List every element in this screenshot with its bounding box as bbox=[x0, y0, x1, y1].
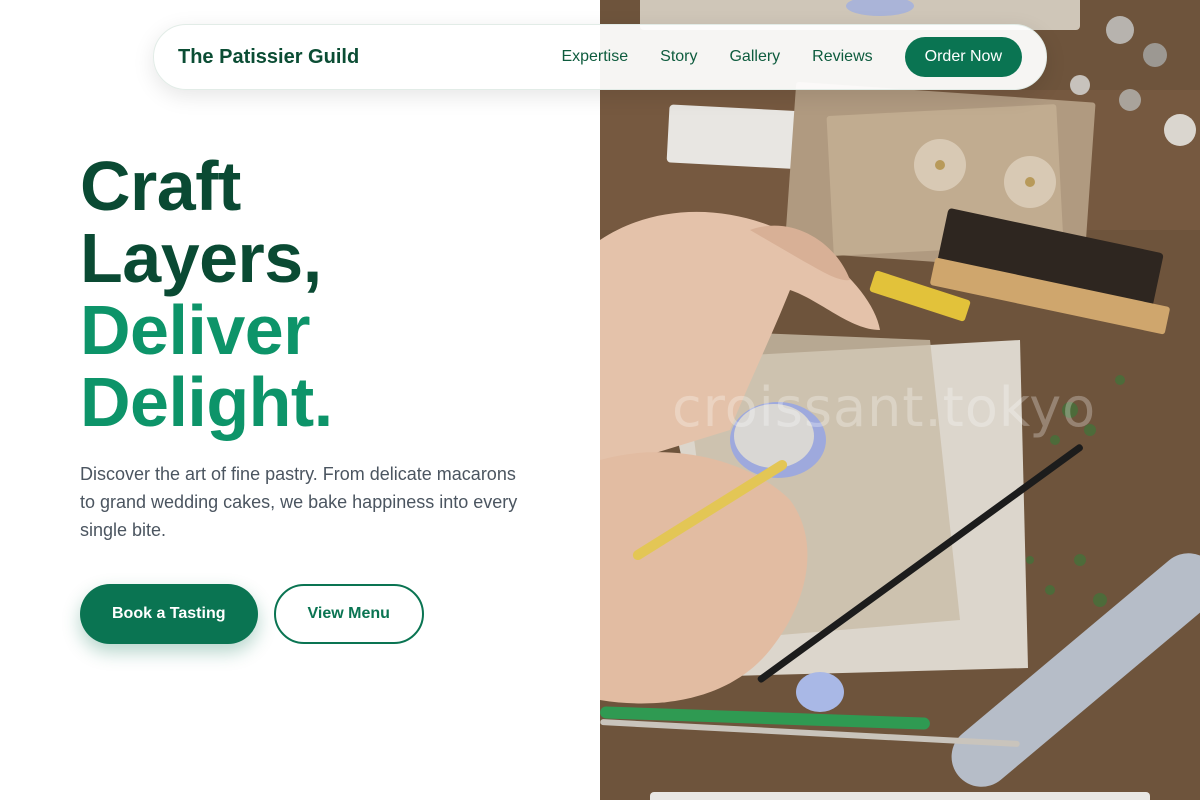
headline-line-1: Craft bbox=[80, 147, 241, 225]
page: croissant.tokyo The Patissier Guild Expe… bbox=[0, 0, 1200, 800]
photo-watermark: croissant.tokyo bbox=[672, 376, 1097, 439]
nav-link-reviews[interactable]: Reviews bbox=[812, 48, 872, 66]
top-navbar: The Patissier Guild Expertise Story Gall… bbox=[153, 24, 1047, 90]
headline-line-3: Deliver bbox=[80, 291, 310, 369]
nav-link-story[interactable]: Story bbox=[660, 48, 697, 66]
headline-line-4: Delight. bbox=[80, 363, 333, 441]
hero-headline: Craft Layers, Deliver Delight. bbox=[80, 150, 560, 438]
headline-line-2: Layers, bbox=[80, 219, 322, 297]
hero-section: Craft Layers, Deliver Delight. Discover … bbox=[80, 150, 560, 644]
view-menu-button[interactable]: View Menu bbox=[273, 584, 424, 644]
nav-links: Expertise Story Gallery Reviews Order No… bbox=[561, 37, 1022, 77]
nav-link-gallery[interactable]: Gallery bbox=[729, 48, 780, 66]
brand-logo[interactable]: The Patissier Guild bbox=[178, 46, 359, 69]
order-now-button[interactable]: Order Now bbox=[904, 37, 1022, 77]
nav-link-expertise[interactable]: Expertise bbox=[561, 48, 628, 66]
book-tasting-button[interactable]: Book a Tasting bbox=[80, 584, 258, 644]
hero-description: Discover the art of fine pastry. From de… bbox=[80, 464, 518, 540]
hero-photo: croissant.tokyo bbox=[600, 0, 1200, 800]
hero-actions: Book a Tasting View Menu bbox=[80, 584, 560, 644]
